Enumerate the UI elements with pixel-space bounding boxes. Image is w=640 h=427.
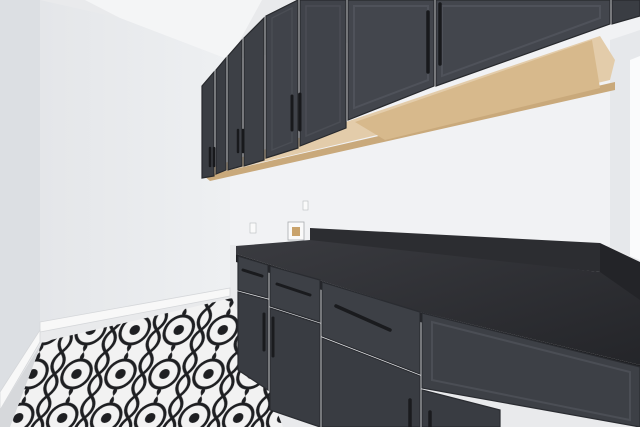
- wall-outlet: [249, 222, 257, 234]
- upper-door-6: [299, 0, 347, 147]
- wall-switch: [302, 200, 309, 211]
- lower-door-2: [269, 307, 321, 427]
- upper-door-5: [265, 0, 299, 159]
- upper-door-3: [227, 38, 243, 171]
- upper-door-4: [243, 16, 265, 167]
- laundry-room-photo: [0, 0, 640, 427]
- door-frame: [630, 56, 640, 260]
- upper-door-2: [215, 56, 227, 175]
- dryer-vent-inner: [292, 227, 300, 236]
- room-illustration: [0, 0, 640, 427]
- upper-door-1: [201, 70, 215, 179]
